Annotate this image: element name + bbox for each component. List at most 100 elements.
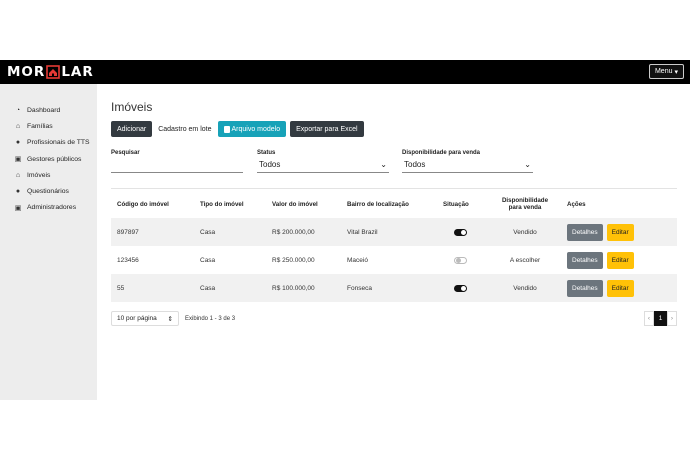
status-toggle-cell (454, 246, 467, 274)
header-neighborhood: Bairro de localização (347, 200, 409, 208)
cell-value: R$ 200.000,00 (272, 228, 315, 236)
prev-page-button[interactable]: ‹ (644, 311, 654, 326)
caret-down-icon: ▾ (674, 68, 678, 76)
document-icon (223, 125, 230, 133)
sort-arrows-icon: ⇕ (167, 315, 173, 323)
cell-availability: A escolher (509, 256, 541, 264)
details-button[interactable]: Detalhes (567, 223, 603, 241)
availability-label: Disponibilidade para venda (402, 150, 481, 156)
availability-select-value: Todos (404, 160, 426, 169)
toggle-knob (456, 258, 461, 263)
add-button[interactable]: Adicionar (111, 121, 153, 137)
chevron-down-icon: ⌄ (524, 160, 531, 169)
cell-type: Casa (200, 228, 216, 236)
sidebar: ◔ Dashboard ⌂ Famílias ● Profissionais d… (0, 84, 97, 400)
cell-neighborhood: Vital Brazil (347, 228, 378, 236)
question-icon: ● (15, 188, 21, 196)
search-input[interactable] (111, 157, 243, 173)
cell-availability: Vendido (513, 284, 537, 292)
availability-select[interactable]: Todos ⌄ (402, 157, 533, 173)
sidebar-item-familias[interactable]: ⌂ Famílias (0, 118, 97, 134)
header-actions: Ações (567, 200, 586, 208)
cell-value: R$ 250.000,00 (272, 256, 315, 264)
id-card-icon: ▣ (14, 204, 22, 212)
status-toggle[interactable] (454, 256, 467, 264)
next-page-button[interactable]: › (667, 311, 677, 326)
availability-filter: Disponibilidade para venda Todos ⌄ (402, 150, 533, 173)
status-select-value: Todos (259, 160, 281, 169)
menu-button-label: Menu (654, 68, 673, 75)
logo-text-right: LAR (61, 64, 94, 80)
app-window: MOR LAR Menu ▾ ◔ Dashboard ⌂ Famílias ● … (0, 60, 690, 400)
page-button[interactable]: 1 (654, 311, 667, 326)
template-file-button[interactable]: Arquivo modelo (217, 121, 287, 137)
table-footer: 10 por página ⇕ Exibindo 1 - 3 de 3 ‹ 1 … (111, 308, 677, 328)
header-type: Tipo do imóvel (200, 200, 244, 208)
search-label: Pesquisar (111, 150, 140, 156)
sidebar-item-label: Questionários (27, 188, 69, 196)
id-card-icon: ▣ (14, 156, 22, 164)
status-toggle[interactable] (454, 284, 467, 292)
table-row: 55 Casa R$ 100.000,00 Fonseca Vendido De… (111, 274, 677, 302)
menu-button[interactable]: Menu ▾ (648, 64, 684, 79)
sidebar-item-label: Profissionais de TTS (27, 139, 90, 147)
cell-neighborhood: Maceió (347, 256, 368, 264)
sidebar-item-label: Administradores (27, 204, 77, 212)
toggle-knob (461, 285, 466, 291)
cell-type: Casa (200, 284, 216, 292)
screenshot-canvas: MOR LAR Menu ▾ ◔ Dashboard ⌂ Famílias ● … (0, 0, 690, 460)
status-toggle[interactable] (454, 228, 467, 236)
filters-bar: Pesquisar Status Todos ⌄ Disponibilidade… (111, 150, 690, 182)
batch-register-link[interactable]: Cadastro em lote (156, 121, 213, 137)
logo-house-icon (46, 65, 61, 79)
cell-actions: Detalhes Editar (567, 274, 634, 302)
sidebar-item-administradores[interactable]: ▣ Administradores (0, 200, 97, 216)
user-icon: ● (15, 139, 21, 147)
status-select[interactable]: Todos ⌄ (257, 157, 389, 173)
cell-code: 55 (117, 284, 125, 292)
moralar-logo[interactable]: MOR LAR (7, 64, 94, 80)
properties-table: Código do imóvel Tipo do imóvel Valor do… (111, 188, 677, 302)
toggle-knob (461, 229, 466, 235)
table-row: 123456 Casa R$ 250.000,00 Maceió A escol… (111, 246, 677, 274)
home-icon: ⌂ (15, 122, 21, 130)
export-excel-button[interactable]: Exportar para Excel (290, 121, 364, 137)
sidebar-item-gestores[interactable]: ▣ Gestores públicos (0, 151, 97, 167)
header-code: Código do imóvel (117, 200, 169, 208)
top-navbar: MOR LAR Menu ▾ (0, 60, 690, 84)
status-label: Status (257, 150, 276, 156)
header-availability-line1: Disponibilidade (501, 197, 549, 204)
pagination: ‹ 1 › (644, 311, 677, 326)
chevron-down-icon: ⌄ (380, 160, 387, 169)
sidebar-item-questionarios[interactable]: ● Questionários (0, 183, 97, 199)
header-availability-line2: para venda (508, 204, 542, 211)
edit-button[interactable]: Editar (606, 279, 634, 297)
status-toggle-cell (454, 274, 467, 302)
per-page-select[interactable]: 10 por página ⇕ (111, 311, 179, 326)
header-value: Valor do imóvel (272, 200, 318, 208)
details-button[interactable]: Detalhes (567, 251, 603, 269)
status-toggle-cell (454, 218, 467, 246)
sidebar-item-label: Famílias (27, 122, 53, 130)
details-button[interactable]: Detalhes (567, 279, 603, 297)
cell-type: Casa (200, 256, 216, 264)
sidebar-item-profissionais[interactable]: ● Profissionais de TTS (0, 135, 97, 151)
header-status: Situação (443, 200, 469, 208)
dashboard-icon: ◔ (15, 106, 21, 114)
sidebar-item-imoveis[interactable]: ⌂ Imóveis (0, 167, 97, 183)
edit-button[interactable]: Editar (606, 223, 634, 241)
header-availability: Disponibilidade para venda (495, 189, 555, 219)
cell-availability: Vendido (513, 228, 537, 236)
cell-code: 897897 (117, 228, 139, 236)
sidebar-item-dashboard[interactable]: ◔ Dashboard (0, 102, 97, 118)
cell-value: R$ 100.000,00 (272, 284, 315, 292)
main-content: Imóveis Adicionar Cadastro em lote Arqui… (97, 84, 690, 400)
table-header: Código do imóvel Tipo do imóvel Valor do… (111, 188, 677, 218)
edit-button[interactable]: Editar (606, 251, 634, 269)
logo-text-left: MOR (7, 64, 46, 80)
cell-code: 123456 (117, 256, 139, 264)
page-title: Imóveis (111, 100, 153, 114)
search-filter: Pesquisar (111, 150, 243, 173)
cell-neighborhood: Fonseca (347, 284, 372, 292)
per-page-value: 10 por página (117, 315, 157, 322)
